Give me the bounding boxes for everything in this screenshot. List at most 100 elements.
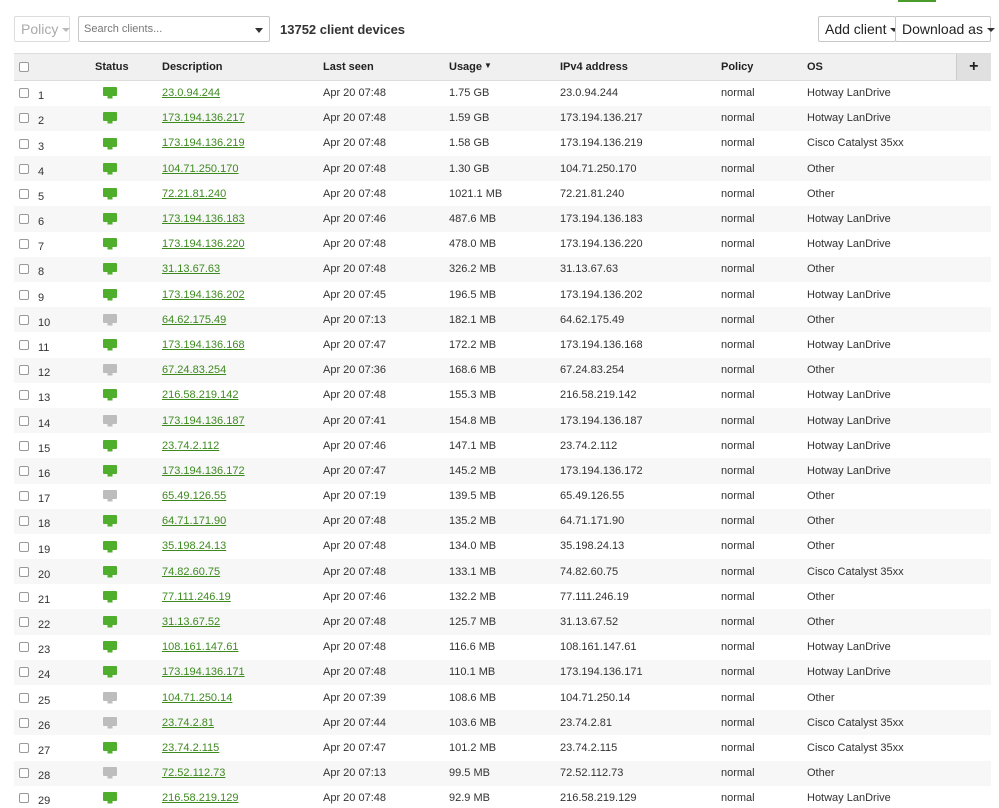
client-description-link[interactable]: 64.62.175.49 (162, 314, 226, 326)
client-description-link[interactable]: 216.58.219.142 (162, 389, 238, 401)
row-checkbox[interactable] (19, 163, 29, 174)
row-checkbox[interactable] (19, 340, 29, 351)
header-ipv4[interactable]: IPv4 address (560, 53, 721, 81)
row-select-cell[interactable]: 10 (14, 307, 84, 332)
client-description-link[interactable]: 173.194.136.168 (162, 339, 245, 351)
client-description-link[interactable]: 31.13.67.63 (162, 263, 220, 275)
row-select-cell[interactable]: 6 (14, 206, 84, 231)
table-row[interactable]: 26 23.74.2.81 Apr 20 07:44 103.6 MB 23.74.2.… (14, 710, 991, 736)
table-row[interactable]: 27 23.74.2.115 Apr 20 07:47 101.2 MB 23.74.2… (14, 735, 991, 760)
row-checkbox[interactable] (19, 390, 29, 401)
row-select-cell[interactable]: 14 (14, 408, 84, 433)
client-description-link[interactable]: 23.74.2.112 (162, 440, 219, 452)
policy-dropdown-button[interactable]: Policy (14, 16, 71, 42)
row-checkbox[interactable] (19, 314, 29, 325)
table-row[interactable]: 14 173.194.136.187 Apr 20 07:41 154.8 MB 173… (14, 407, 991, 434)
client-description-link[interactable]: 72.52.112.73 (162, 767, 225, 779)
row-select-cell[interactable]: 11 (14, 332, 84, 357)
client-description-link[interactable]: 173.194.136.219 (162, 137, 245, 149)
table-row[interactable]: 7 173.194.136.220 Apr 20 07:48 478.0 MB 173.… (14, 232, 991, 257)
row-select-cell[interactable]: 19 (14, 534, 84, 559)
table-row[interactable]: 23 108.161.147.61 Apr 20 07:48 116.6 MB 108.… (14, 635, 991, 660)
table-row[interactable]: 25 104.71.250.14 Apr 20 07:39 108.6 MB 104.7… (14, 685, 991, 710)
client-description-link[interactable]: 173.194.136.172 (162, 465, 245, 477)
row-checkbox[interactable] (19, 289, 29, 300)
row-select-cell[interactable]: 24 (14, 660, 84, 685)
row-checkbox[interactable] (19, 743, 29, 754)
row-select-cell[interactable]: 26 (14, 710, 84, 735)
row-select-cell[interactable]: 9 (14, 282, 84, 307)
table-row[interactable]: 13 216.58.219.142 Apr 20 07:48 155.3 MB 216.… (14, 383, 991, 408)
header-status[interactable]: Status (84, 53, 162, 81)
row-checkbox[interactable] (19, 516, 29, 527)
row-checkbox[interactable] (19, 591, 29, 602)
table-row[interactable]: 12 67.24.83.254 Apr 20 07:36 168.6 MB 67.24.… (14, 357, 991, 383)
client-description-link[interactable]: 31.13.67.52 (162, 616, 220, 628)
client-description-link[interactable]: 23.0.94.244 (162, 87, 220, 99)
header-description[interactable]: Description (162, 53, 323, 81)
table-row[interactable]: 22 31.13.67.52 Apr 20 07:48 125.7 MB 31.13.6… (14, 609, 991, 635)
row-checkbox[interactable] (19, 440, 29, 451)
table-row[interactable]: 5 72.21.81.240 Apr 20 07:48 1021.1 MB 72.21.… (14, 181, 991, 206)
row-select-cell[interactable]: 29 (14, 786, 84, 808)
row-select-cell[interactable]: 22 (14, 609, 84, 634)
row-select-cell[interactable]: 2 (14, 106, 84, 131)
row-checkbox[interactable] (19, 239, 29, 250)
row-checkbox[interactable] (19, 642, 29, 653)
client-description-link[interactable]: 23.74.2.115 (162, 742, 219, 754)
row-checkbox[interactable] (19, 465, 29, 476)
row-select-cell[interactable]: 15 (14, 433, 84, 458)
table-row[interactable]: 16 173.194.136.172 Apr 20 07:47 145.2 MB 173… (14, 458, 991, 484)
select-all-checkbox[interactable] (19, 62, 29, 73)
add-client-button[interactable]: Add client (818, 16, 899, 42)
client-description-link[interactable]: 65.49.126.55 (162, 490, 226, 502)
row-checkbox[interactable] (19, 768, 29, 779)
table-row[interactable]: 1 23.0.94.244 Apr 20 07:48 1.75 GB 23.0.94.2… (14, 81, 991, 106)
search-clients-box[interactable] (78, 16, 270, 42)
row-select-cell[interactable]: 20 (14, 559, 84, 584)
table-row[interactable]: 8 31.13.67.63 Apr 20 07:48 326.2 MB 31.13.67… (14, 256, 991, 282)
client-description-link[interactable]: 216.58.219.129 (162, 792, 238, 804)
header-last-seen[interactable]: Last seen (323, 53, 449, 81)
row-checkbox[interactable] (19, 541, 29, 552)
table-row[interactable]: 2 173.194.136.217 Apr 20 07:48 1.59 GB 173.1… (14, 105, 991, 131)
row-checkbox[interactable] (19, 138, 29, 149)
client-description-link[interactable]: 35.198.24.13 (162, 540, 226, 552)
client-description-link[interactable]: 173.194.136.202 (162, 289, 245, 301)
table-row[interactable]: 24 173.194.136.171 Apr 20 07:48 110.1 MB 173… (14, 659, 991, 685)
client-description-link[interactable]: 77.111.246.19 (162, 591, 231, 603)
row-select-cell[interactable]: 3 (14, 131, 84, 156)
header-os[interactable]: OS (807, 53, 956, 81)
row-select-cell[interactable]: 5 (14, 181, 84, 206)
client-description-link[interactable]: 23.74.2.81 (162, 717, 214, 729)
row-checkbox[interactable] (19, 264, 29, 275)
row-select-cell[interactable]: 12 (14, 358, 84, 383)
table-row[interactable]: 17 65.49.126.55 Apr 20 07:19 139.5 MB 65.49.… (14, 484, 991, 509)
row-checkbox[interactable] (19, 692, 29, 703)
add-column-button[interactable]: + (955, 53, 991, 81)
client-description-link[interactable]: 173.194.136.183 (162, 213, 245, 225)
table-row[interactable]: 3 173.194.136.219 Apr 20 07:48 1.58 GB 173.1… (14, 131, 991, 156)
download-as-button[interactable]: Download as (895, 16, 995, 42)
search-clients-input[interactable] (84, 23, 244, 35)
row-checkbox[interactable] (19, 566, 29, 577)
row-select-cell[interactable]: 7 (14, 232, 84, 257)
row-checkbox[interactable] (19, 113, 29, 124)
row-select-cell[interactable]: 16 (14, 458, 84, 483)
row-checkbox[interactable] (19, 88, 29, 99)
table-row[interactable]: 18 64.71.171.90 Apr 20 07:48 135.2 MB 64.71.… (14, 508, 991, 534)
row-select-cell[interactable]: 25 (14, 685, 84, 710)
header-policy[interactable]: Policy (721, 53, 807, 81)
client-description-link[interactable]: 173.194.136.220 (162, 238, 245, 250)
row-select-cell[interactable]: 4 (14, 156, 84, 181)
row-checkbox[interactable] (19, 214, 29, 225)
client-description-link[interactable]: 108.161.147.61 (162, 641, 238, 653)
row-checkbox[interactable] (19, 491, 29, 502)
client-description-link[interactable]: 67.24.83.254 (162, 364, 226, 376)
row-select-cell[interactable]: 21 (14, 584, 84, 609)
row-select-cell[interactable]: 8 (14, 257, 84, 282)
client-description-link[interactable]: 104.71.250.170 (162, 163, 238, 175)
row-checkbox[interactable] (19, 188, 29, 199)
row-checkbox[interactable] (19, 617, 29, 628)
row-checkbox[interactable] (19, 793, 29, 804)
